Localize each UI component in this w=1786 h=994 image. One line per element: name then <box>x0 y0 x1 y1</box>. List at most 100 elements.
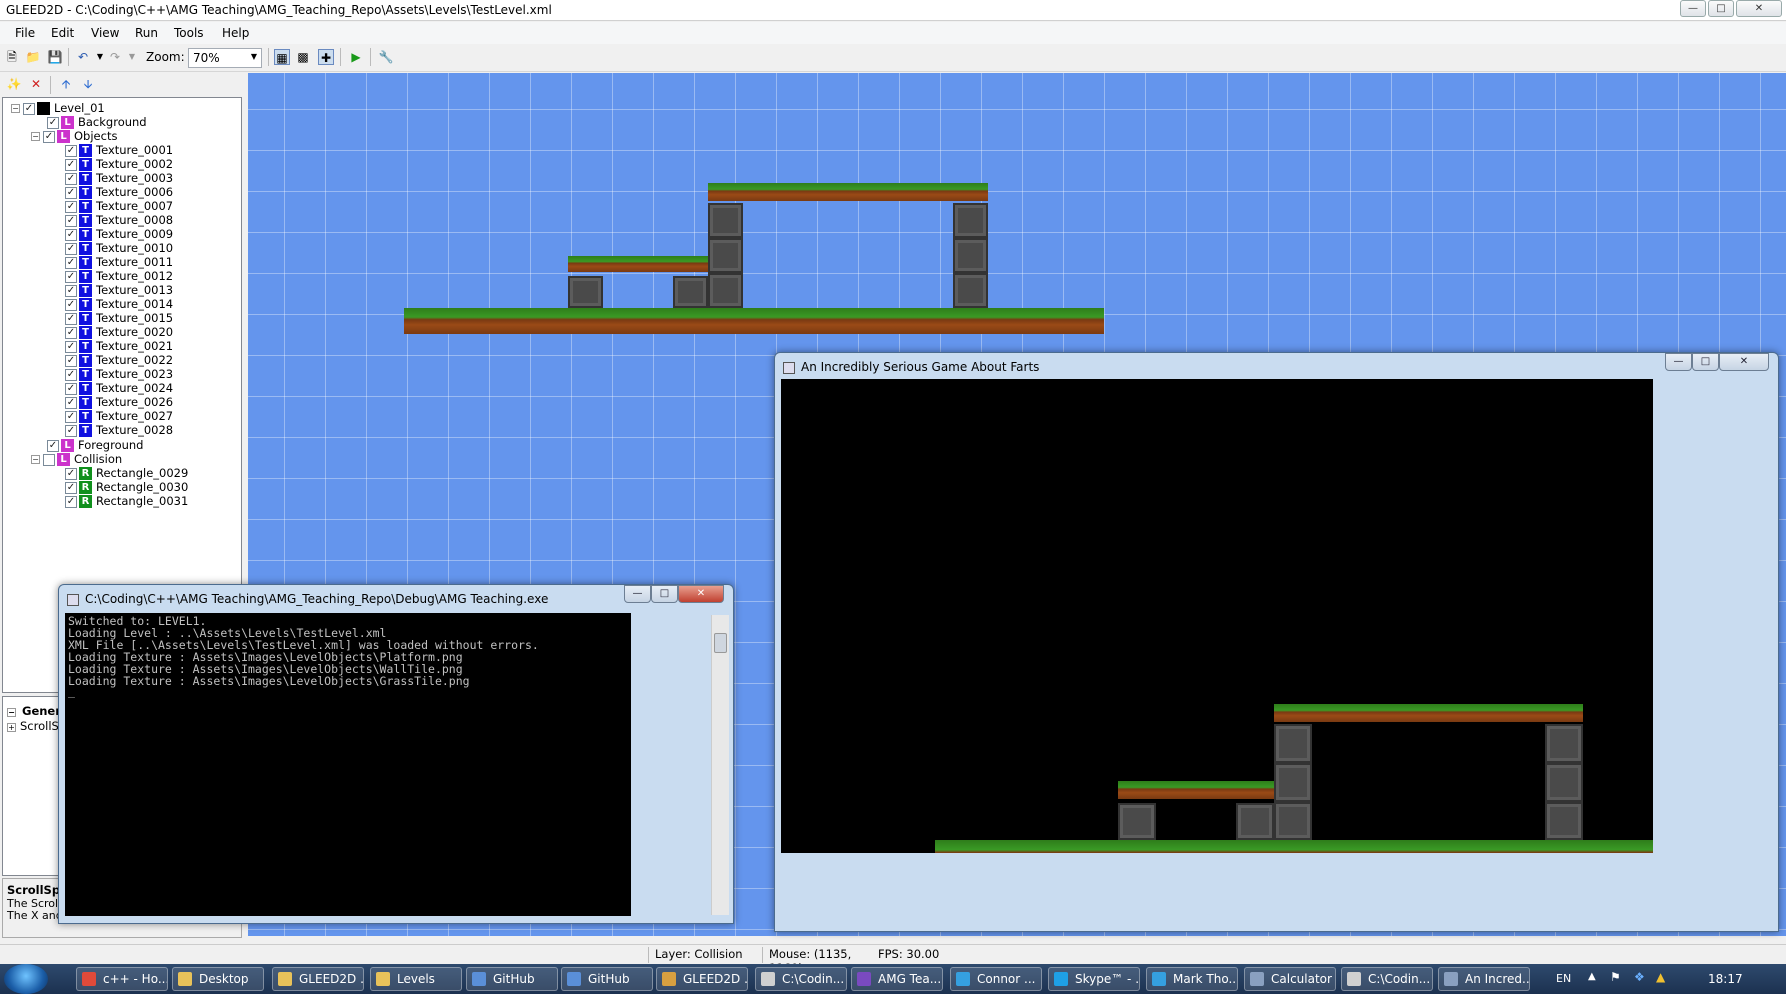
taskbar-button[interactable]: Connor ... <box>950 967 1042 991</box>
wall-tile[interactable] <box>708 203 743 238</box>
checkbox-icon[interactable]: ✓ <box>65 298 77 311</box>
checkbox-icon[interactable]: ✓ <box>65 242 77 255</box>
platform-tile[interactable] <box>708 183 988 201</box>
wall-tile[interactable] <box>953 203 988 238</box>
checkbox-icon[interactable]: ✓ <box>65 158 77 171</box>
checkbox-icon[interactable]: ✓ <box>65 326 77 339</box>
wall-tile[interactable] <box>568 276 603 308</box>
run-icon[interactable]: ▶ <box>348 49 364 65</box>
tray-arrow-icon[interactable]: ▲ <box>1588 971 1596 982</box>
undo-icon[interactable]: ↶ <box>75 49 91 65</box>
undo-dropdown-icon[interactable]: ▼ <box>92 49 108 65</box>
taskbar-button[interactable]: Levels <box>370 967 462 991</box>
checkbox-icon[interactable]: ✓ <box>65 186 77 199</box>
checkbox-icon[interactable]: ✓ <box>43 130 55 143</box>
taskbar-button[interactable]: Mark Tho... <box>1146 967 1238 991</box>
checkbox-icon[interactable]: ✓ <box>65 368 77 381</box>
collapse-icon[interactable]: − <box>31 132 40 141</box>
checkbox-icon[interactable]: ✓ <box>65 312 77 325</box>
dropbox-icon[interactable]: ❖ <box>1634 970 1645 984</box>
taskbar-button[interactable]: GitHub <box>561 967 653 991</box>
taskbar-button[interactable]: AMG Tea... <box>851 967 943 991</box>
close-button[interactable]: ✕ <box>1719 353 1769 371</box>
taskbar-button[interactable]: GLEED2D ... <box>272 967 364 991</box>
checkbox-icon[interactable]: ✓ <box>65 256 77 269</box>
checkbox-icon[interactable]: ✓ <box>65 214 77 227</box>
minimize-button[interactable]: — <box>1665 353 1692 371</box>
wall-tile[interactable] <box>953 273 988 308</box>
scrollbar-thumb[interactable] <box>714 633 727 653</box>
taskbar-button[interactable]: C:\Codin... <box>1341 967 1433 991</box>
open-folder-icon[interactable]: 📁 <box>25 49 41 65</box>
checkbox-icon[interactable] <box>43 453 55 466</box>
new-file-icon[interactable]: 🗎 <box>4 49 20 65</box>
maximize-button[interactable]: □ <box>1692 353 1719 371</box>
checkbox-icon[interactable]: ✓ <box>47 116 59 129</box>
wall-tile[interactable] <box>708 238 743 273</box>
taskbar-button[interactable]: GLEED2D ... <box>656 967 748 991</box>
delete-icon[interactable]: ✕ <box>28 76 44 92</box>
move-down-icon[interactable]: 🡫 <box>80 76 96 92</box>
wall-tile[interactable] <box>953 238 988 273</box>
console-output[interactable]: Switched to: LEVEL1. Loading Level : ..\… <box>65 613 631 916</box>
console-window[interactable]: C:\Coding\C++\AMG Teaching\AMG_Teaching_… <box>58 584 734 924</box>
taskbar-button[interactable]: Desktop <box>172 967 264 991</box>
checkbox-icon[interactable]: ✓ <box>65 340 77 353</box>
drive-icon[interactable]: ▲ <box>1656 970 1665 984</box>
move-up-icon[interactable]: 🡩 <box>58 76 74 92</box>
checkbox-icon[interactable]: ✓ <box>65 467 77 480</box>
settings-icon[interactable]: 🔧 <box>378 49 394 65</box>
taskbar-button[interactable]: GitHub <box>466 967 558 991</box>
tree-node-texture[interactable]: ✓ T Texture_0028 <box>65 422 173 438</box>
checkbox-icon[interactable]: ✓ <box>65 481 77 494</box>
language-indicator[interactable]: EN <box>1556 972 1571 985</box>
ground-tile[interactable] <box>404 308 1104 334</box>
clock[interactable]: 18:17 <box>1708 972 1743 986</box>
menu-edit[interactable]: Edit <box>51 26 74 40</box>
checkbox-icon[interactable]: ✓ <box>65 396 77 409</box>
checkbox-icon[interactable]: ✓ <box>65 495 77 508</box>
redo-dropdown-icon[interactable]: ▼ <box>124 49 140 65</box>
checkbox-icon[interactable]: ✓ <box>65 410 77 423</box>
property-category[interactable]: − Gener <box>7 704 61 718</box>
menu-run[interactable]: Run <box>135 26 158 40</box>
add-layer-icon[interactable]: ✨ <box>6 76 22 92</box>
maximize-button[interactable]: □ <box>651 585 678 603</box>
checkbox-icon[interactable]: ✓ <box>65 144 77 157</box>
checkbox-icon[interactable]: ✓ <box>65 200 77 213</box>
tree-node-rectangle[interactable]: ✓ R Rectangle_0031 <box>65 493 188 509</box>
redo-icon[interactable]: ↷ <box>107 49 123 65</box>
crosshair-icon[interactable]: ✚ <box>318 49 334 65</box>
checkbox-icon[interactable]: ✓ <box>65 172 77 185</box>
close-button[interactable]: ✕ <box>678 585 724 603</box>
close-button[interactable]: ✕ <box>1736 0 1782 17</box>
checkbox-icon[interactable]: ✓ <box>65 284 77 297</box>
wall-tile[interactable] <box>708 273 743 308</box>
maximize-button[interactable]: □ <box>1708 0 1734 17</box>
menu-view[interactable]: View <box>91 26 119 40</box>
minimize-button[interactable]: — <box>1680 0 1706 17</box>
zoom-select[interactable]: 70% ▼ <box>188 48 262 68</box>
menu-help[interactable]: Help <box>222 26 249 40</box>
taskbar-button[interactable]: C:\Codin... <box>755 967 847 991</box>
snap-icon[interactable]: ▩ <box>295 49 311 65</box>
taskbar-button[interactable]: An Incred... <box>1438 967 1530 991</box>
collapse-icon[interactable]: − <box>11 104 20 113</box>
checkbox-icon[interactable]: ✓ <box>65 382 77 395</box>
taskbar-button[interactable]: Calculator <box>1244 967 1336 991</box>
menu-tools[interactable]: Tools <box>174 26 204 40</box>
start-button[interactable] <box>4 964 48 994</box>
flag-icon[interactable]: ⚑ <box>1610 970 1621 984</box>
checkbox-icon[interactable]: ✓ <box>65 424 77 437</box>
collapse-icon[interactable]: − <box>31 455 40 464</box>
checkbox-icon[interactable]: ✓ <box>23 102 35 115</box>
wall-tile[interactable] <box>673 276 708 308</box>
game-window[interactable]: An Incredibly Serious Game About Farts —… <box>774 352 1779 932</box>
menu-file[interactable]: File <box>15 26 35 40</box>
checkbox-icon[interactable]: ✓ <box>65 354 77 367</box>
grid-icon[interactable]: ▦ <box>274 49 290 65</box>
platform-tile[interactable] <box>568 256 708 272</box>
checkbox-icon[interactable]: ✓ <box>65 270 77 283</box>
checkbox-icon[interactable]: ✓ <box>65 228 77 241</box>
game-viewport[interactable] <box>781 379 1653 853</box>
